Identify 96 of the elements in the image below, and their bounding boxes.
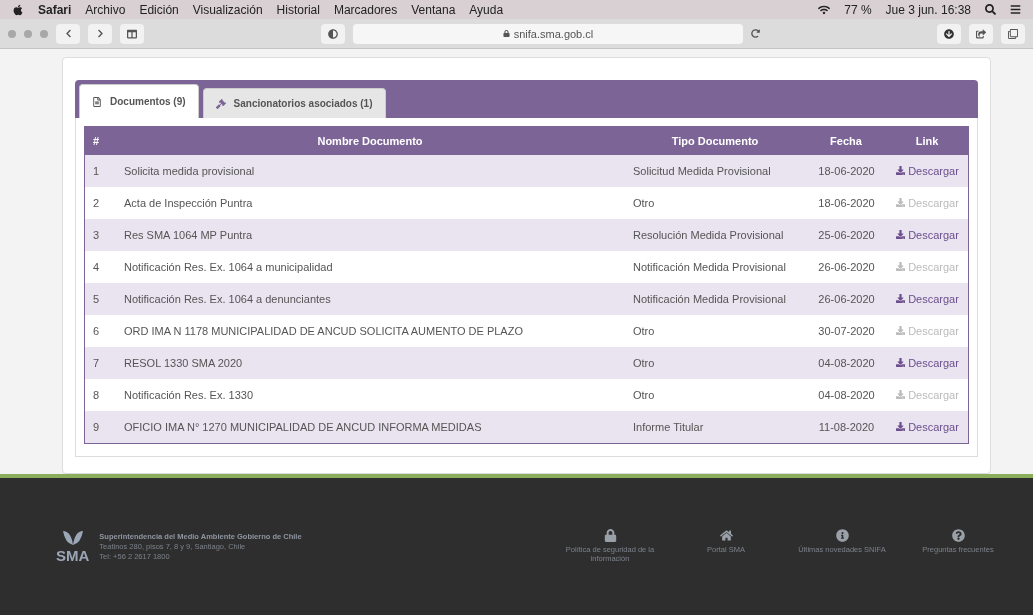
tab[interactable]: Sancionatorios asociados (1) bbox=[202, 88, 386, 118]
tabs-icon bbox=[1008, 28, 1018, 39]
table-cell: 04-08-2020 bbox=[806, 347, 887, 379]
table-cell: 30-07-2020 bbox=[806, 315, 887, 347]
menu-item[interactable]: Safari bbox=[38, 2, 72, 17]
table-cell: Res SMA 1064 MP Puntra bbox=[116, 219, 625, 251]
table-cell: OFICIO IMA N° 1270 MUNICIPALIDAD DE ANCUD INFORMA MEDIDAS bbox=[116, 411, 625, 443]
table-cell: Resolución Medida Provisional bbox=[625, 219, 806, 251]
download-link[interactable]: Descargar bbox=[896, 420, 959, 433]
home-icon bbox=[719, 529, 733, 543]
privacy-button[interactable] bbox=[321, 23, 345, 44]
table-cell: Otro bbox=[625, 315, 806, 347]
menu-item[interactable]: Archivo bbox=[85, 2, 126, 17]
table-cell: 8 bbox=[84, 379, 116, 411]
menu-item[interactable]: Ayuda bbox=[469, 2, 504, 17]
share-icon bbox=[976, 28, 986, 39]
table-cell: 11-08-2020 bbox=[806, 411, 887, 443]
leaf-logo-icon bbox=[60, 528, 85, 547]
table-cell: RESOL 1330 SMA 2020 bbox=[116, 347, 625, 379]
table-cell: 18-06-2020 bbox=[806, 155, 887, 187]
menu-item[interactable]: Historial bbox=[276, 2, 320, 17]
menu-item[interactable]: Edición bbox=[139, 2, 179, 17]
download-link[interactable]: Descargar bbox=[896, 228, 959, 241]
gavel-icon bbox=[215, 98, 226, 109]
sidebar-button[interactable] bbox=[120, 23, 144, 44]
help-icon bbox=[951, 529, 965, 543]
download-icon bbox=[896, 326, 906, 336]
table-cell: ORD IMA N 1178 MUNICIPALIDAD DE ANCUD SOLICITA AUMENTO DE PLAZO bbox=[116, 315, 625, 347]
address-field[interactable]: snifa.sma.gob.cl bbox=[353, 23, 743, 44]
download-icon bbox=[896, 166, 906, 176]
chevron-right-icon bbox=[95, 29, 105, 38]
reload-icon[interactable] bbox=[751, 29, 760, 38]
download-icon bbox=[896, 198, 906, 208]
table-cell: Notificación Res. Ex. 1064 a municipalidad bbox=[116, 251, 625, 283]
menu-item[interactable]: Marcadores bbox=[333, 2, 398, 17]
download-icon bbox=[896, 262, 906, 272]
forward-button[interactable] bbox=[88, 23, 112, 44]
share-button[interactable] bbox=[969, 23, 993, 44]
download-link[interactable]: Descargar bbox=[896, 164, 959, 177]
table-cell: Otro bbox=[625, 379, 806, 411]
table-cell: 18-06-2020 bbox=[806, 187, 887, 219]
table-cell: 26-06-2020 bbox=[806, 283, 887, 315]
download-icon bbox=[896, 230, 906, 240]
table-cell: Notificación Medida Provisional bbox=[625, 251, 806, 283]
table-cell: 25-06-2020 bbox=[806, 219, 887, 251]
menu-item[interactable]: Ventana bbox=[411, 2, 456, 17]
apple-icon[interactable] bbox=[12, 3, 24, 16]
table-cell: 7 bbox=[84, 347, 116, 379]
download-link[interactable]: Descargar bbox=[896, 292, 959, 305]
info-icon bbox=[835, 529, 849, 543]
table-cell: Solicita medida provisional bbox=[116, 155, 625, 187]
clock[interactable]: Jue 3 jun. 16:38 bbox=[885, 2, 971, 17]
table-cell: 26-06-2020 bbox=[806, 251, 887, 283]
address-text: snifa.sma.gob.cl bbox=[513, 27, 594, 40]
table-cell: Otro bbox=[625, 187, 806, 219]
tabs-button[interactable] bbox=[1001, 23, 1025, 44]
downloads-button[interactable] bbox=[937, 23, 961, 44]
table-cell: 5 bbox=[84, 283, 116, 315]
table-cell: 6 bbox=[84, 315, 116, 347]
table-cell: 2 bbox=[84, 187, 116, 219]
table-cell: 4 bbox=[84, 251, 116, 283]
column-header: Nombre Documento bbox=[116, 126, 625, 155]
document-icon bbox=[92, 96, 102, 107]
column-header: Tipo Documento bbox=[625, 126, 806, 155]
table-cell: Notificación Res. Ex. 1330 bbox=[116, 379, 625, 411]
download-link[interactable]: Descargar bbox=[896, 356, 959, 369]
column-header: Fecha bbox=[806, 126, 887, 155]
table-cell: Otro bbox=[625, 347, 806, 379]
chevron-left-icon bbox=[63, 29, 73, 38]
lock-icon bbox=[502, 30, 510, 37]
tab[interactable]: Documentos (9) bbox=[79, 84, 199, 118]
table-cell: 04-08-2020 bbox=[806, 379, 887, 411]
logo-text: SMA bbox=[56, 546, 90, 564]
menu-item[interactable]: Visualización bbox=[192, 2, 263, 17]
table-cell: Informe Titular bbox=[625, 411, 806, 443]
lock-icon bbox=[603, 529, 617, 543]
download-icon bbox=[896, 422, 906, 431]
menu-icon[interactable] bbox=[1010, 4, 1021, 15]
table-cell: 9 bbox=[84, 411, 116, 443]
table-cell: Notificación Res. Ex. 1064 a denunciantes bbox=[116, 283, 625, 315]
column-header: # bbox=[84, 126, 116, 155]
table-cell: Acta de Inspección Puntra bbox=[116, 187, 625, 219]
table-cell: 1 bbox=[84, 155, 116, 187]
wifi-icon[interactable] bbox=[818, 3, 831, 16]
download-icon bbox=[896, 294, 906, 304]
table-cell: Notificación Medida Provisional bbox=[625, 283, 806, 315]
download-icon bbox=[896, 390, 906, 400]
download-icon bbox=[944, 28, 954, 39]
search-icon[interactable] bbox=[985, 4, 996, 15]
sidebar-icon bbox=[127, 28, 137, 39]
back-button[interactable] bbox=[56, 23, 80, 44]
download-icon bbox=[896, 358, 906, 368]
table-cell: Solicitud Medida Provisional bbox=[625, 155, 806, 187]
battery-percent: 77 % bbox=[844, 2, 872, 17]
column-header: Link bbox=[887, 126, 969, 155]
table-cell: 3 bbox=[84, 219, 116, 251]
